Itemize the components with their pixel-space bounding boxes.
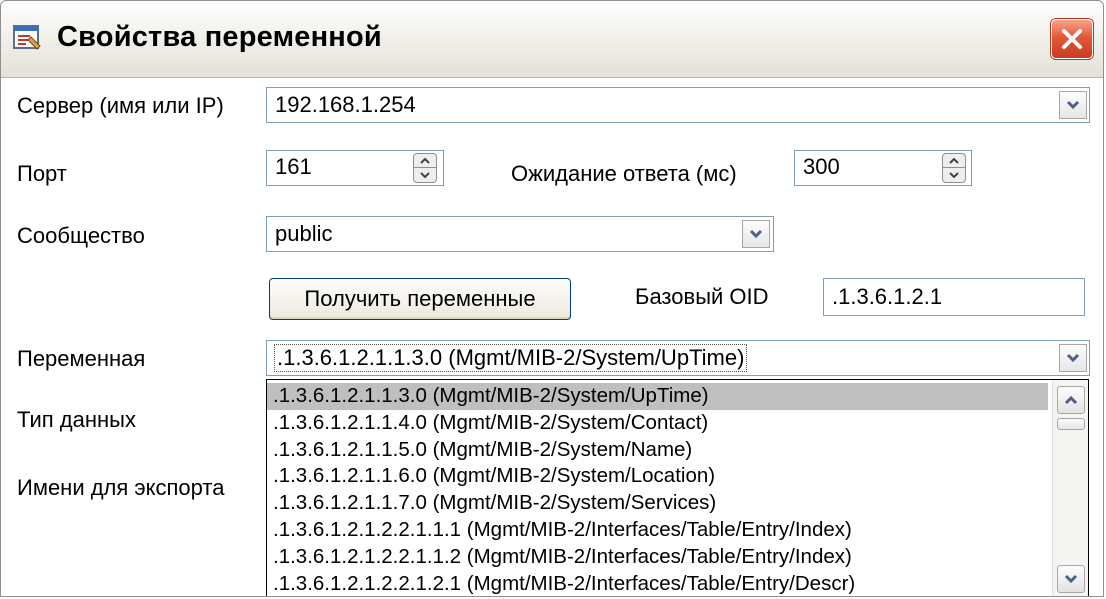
timeout-label: Ожидание ответа (мс) [511,161,737,186]
data-type-label: Тип данных [17,407,136,432]
base-oid-label: Базовый OID [635,284,769,309]
list-item[interactable]: .1.3.6.1.2.1.2.2.1.1.2 (Mgmt/MIB-2/Inter… [267,544,1048,571]
list-item[interactable]: .1.3.6.1.2.1.2.2.1.2.1 (Mgmt/MIB-2/Inter… [267,571,1048,596]
base-oid-input[interactable]: .1.3.6.1.2.1 [823,278,1085,316]
community-combobox[interactable]: public [266,216,774,252]
port-label: Порт [17,161,67,186]
chevron-down-icon [1064,574,1078,584]
window-title: Свойства переменной [57,21,382,53]
base-oid-value: .1.3.6.1.2.1 [832,284,943,309]
title-bar[interactable]: Свойства переменной [1,1,1103,78]
dialog-body: Сервер (имя или IP) 192.168.1.254 Порт 1… [1,78,1103,596]
community-dropdown-button[interactable] [742,220,770,248]
server-combobox[interactable]: 192.168.1.254 [266,87,1090,123]
spin-up-icon[interactable] [943,154,965,167]
dropdown-scrollbar[interactable] [1052,380,1088,596]
close-button[interactable] [1051,19,1093,59]
chevron-down-icon [1066,100,1080,110]
close-icon [1062,29,1082,49]
scroll-down-button[interactable] [1057,565,1085,593]
variable-dropdown-button[interactable] [1059,344,1087,372]
community-label: Сообщество [17,223,145,248]
list-item[interactable]: .1.3.6.1.2.1.2.2.1.1.1 (Mgmt/MIB-2/Inter… [267,517,1048,544]
scroll-up-button[interactable] [1057,386,1085,414]
variable-combobox[interactable]: .1.3.6.1.2.1.1.3.0 (Mgmt/MIB-2/System/Up… [266,340,1090,376]
list-item[interactable]: .1.3.6.1.2.1.1.4.0 (Mgmt/MIB-2/System/Co… [267,410,1048,437]
server-label: Сервер (имя или IP) [17,93,224,118]
variable-options: .1.3.6.1.2.1.1.3.0 (Mgmt/MIB-2/System/Up… [267,383,1048,596]
variable-dropdown-list[interactable]: .1.3.6.1.2.1.1.3.0 (Mgmt/MIB-2/System/Up… [266,379,1089,596]
export-name-label: Имени для экспорта [17,475,225,500]
list-item[interactable]: .1.3.6.1.2.1.1.5.0 (Mgmt/MIB-2/System/Na… [267,437,1048,464]
community-value: public [275,221,333,246]
get-variables-button[interactable]: Получить переменные [269,278,571,320]
properties-dialog: Свойства переменной Сервер (имя или IP) … [0,0,1104,597]
timeout-value: 300 [803,154,840,179]
list-item[interactable]: .1.3.6.1.2.1.1.3.0 (Mgmt/MIB-2/System/Up… [267,383,1048,410]
list-item[interactable]: .1.3.6.1.2.1.1.6.0 (Mgmt/MIB-2/System/Lo… [267,463,1048,490]
spin-down-icon[interactable] [943,167,965,181]
port-spinner[interactable] [413,153,437,183]
variable-label: Переменная [17,346,146,371]
spin-down-icon[interactable] [414,167,436,181]
spin-up-icon[interactable] [414,154,436,167]
port-value: 161 [275,154,312,179]
get-variables-label: Получить переменные [304,286,536,311]
variable-value: .1.3.6.1.2.1.1.3.0 (Mgmt/MIB-2/System/Up… [273,344,748,372]
chevron-up-icon [1064,395,1078,405]
properties-window-icon [13,25,43,51]
server-value: 192.168.1.254 [275,92,416,117]
chevron-down-icon [1066,353,1080,363]
timeout-spinner[interactable] [942,153,966,183]
list-item[interactable]: .1.3.6.1.2.1.1.7.0 (Mgmt/MIB-2/System/Se… [267,490,1048,517]
server-dropdown-button[interactable] [1059,91,1087,119]
chevron-down-icon [749,229,763,239]
scroll-thumb[interactable] [1057,418,1085,430]
